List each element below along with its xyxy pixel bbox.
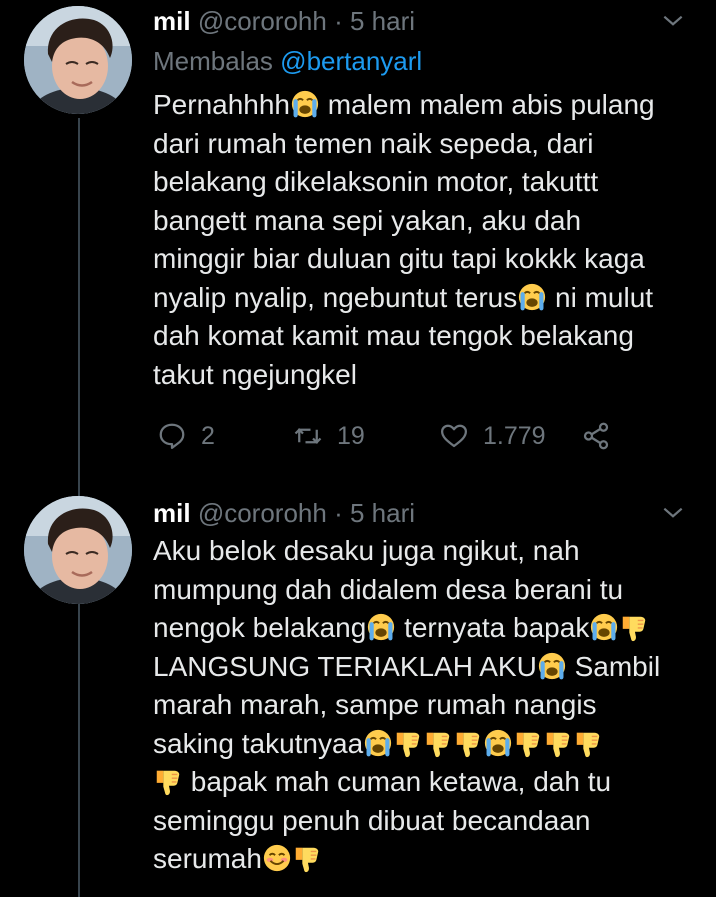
retweet-count: 19 [337, 421, 365, 450]
avatar-photo-icon [24, 6, 132, 114]
avatar[interactable] [24, 496, 132, 604]
author-name[interactable]: mil [153, 498, 191, 528]
avatar[interactable] [24, 6, 132, 114]
crying-emoji-icon [537, 651, 567, 681]
heart-icon [441, 424, 467, 448]
thumbsdown-emoji-icon [573, 728, 603, 758]
share-icon [583, 422, 609, 450]
tweet-header: mil @cororohh · 5 hari [153, 496, 686, 530]
thumbsdown-emoji-icon [513, 728, 543, 758]
reply-icon [159, 423, 185, 449]
like-count: 1.779 [483, 421, 546, 450]
like-button[interactable]: 1.779 [439, 418, 546, 454]
avatar-photo-icon [24, 496, 132, 604]
thumbsdown-emoji-icon [619, 612, 649, 642]
tweet-text: Pernahhhh malem malem abis pulang dari r… [153, 89, 655, 390]
retweet-icon [294, 428, 322, 444]
replying-mention-link[interactable]: @bertanyarl [280, 46, 422, 76]
tweet-time[interactable]: 5 hari [350, 498, 415, 528]
thumbsdown-emoji-icon [153, 766, 183, 796]
thumbsdown-emoji-icon [423, 728, 453, 758]
reply-button[interactable]: 2 [157, 418, 215, 454]
replying-prefix: Membalas [153, 46, 273, 76]
replying-to: Membalas @bertanyarl [153, 44, 422, 78]
separator-dot: · [334, 498, 343, 528]
tweet-time[interactable]: 5 hari [350, 6, 415, 36]
crying-emoji-icon [589, 612, 619, 642]
thumbsdown-emoji-icon [292, 843, 322, 873]
chevron-down-icon[interactable] [660, 8, 686, 34]
thumbsdown-emoji-icon [543, 728, 573, 758]
crying-emoji-icon [366, 612, 396, 642]
chevron-down-icon[interactable] [660, 500, 686, 526]
tweet-actions: 2 19 1.779 [153, 418, 623, 454]
share-button[interactable] [581, 418, 611, 454]
smiling-emoji-icon [262, 843, 292, 873]
thumbsdown-emoji-icon [393, 728, 423, 758]
reply-count: 2 [201, 421, 215, 450]
author-handle[interactable]: @cororohh [198, 498, 327, 528]
retweet-button[interactable]: 19 [293, 418, 365, 454]
crying-emoji-icon [483, 728, 513, 758]
tweet-header: mil @cororohh · 5 hari [153, 4, 686, 38]
author-name[interactable]: mil [153, 6, 191, 36]
crying-emoji-icon [363, 728, 393, 758]
thumbsdown-emoji-icon [453, 728, 483, 758]
crying-emoji-icon [290, 89, 320, 119]
crying-emoji-icon [517, 282, 547, 312]
separator-dot: · [334, 6, 343, 36]
author-handle[interactable]: @cororohh [198, 6, 327, 36]
tweet-text: Aku belok desaku juga ngikut, nah mumpun… [153, 535, 661, 874]
